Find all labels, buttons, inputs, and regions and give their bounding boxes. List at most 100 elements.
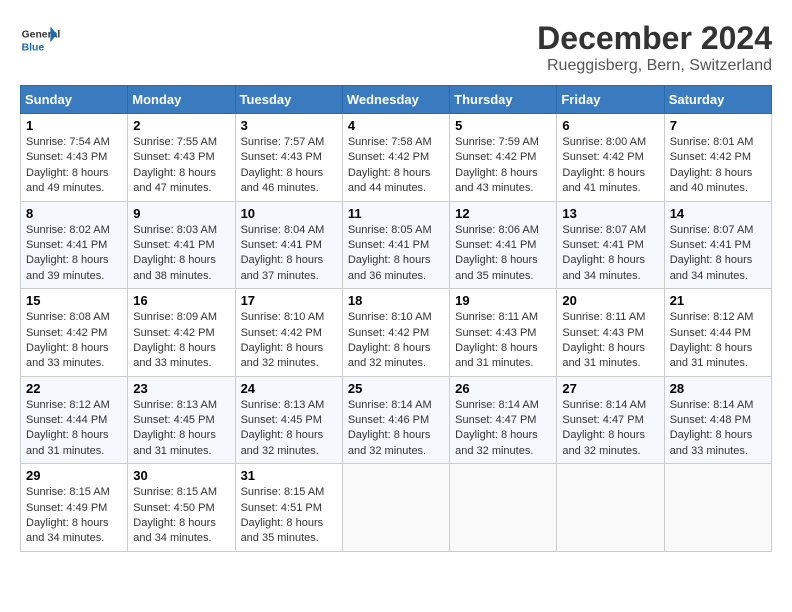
day-info: Sunrise: 7:58 AMSunset: 4:42 PMDaylight:…: [348, 136, 432, 194]
calendar-cell: 24 Sunrise: 8:13 AMSunset: 4:45 PMDaylig…: [235, 376, 342, 464]
calendar-cell: [557, 464, 664, 552]
calendar-cell: 30 Sunrise: 8:15 AMSunset: 4:50 PMDaylig…: [128, 464, 235, 552]
day-info: Sunrise: 8:13 AMSunset: 4:45 PMDaylight:…: [241, 399, 325, 457]
weekday-header-wednesday: Wednesday: [342, 86, 449, 114]
day-number: 22: [26, 381, 122, 396]
day-info: Sunrise: 8:10 AMSunset: 4:42 PMDaylight:…: [348, 311, 432, 369]
calendar-cell: 23 Sunrise: 8:13 AMSunset: 4:45 PMDaylig…: [128, 376, 235, 464]
calendar-cell: 11 Sunrise: 8:05 AMSunset: 4:41 PMDaylig…: [342, 201, 449, 289]
weekday-header-tuesday: Tuesday: [235, 86, 342, 114]
week-row-1: 1 Sunrise: 7:54 AMSunset: 4:43 PMDayligh…: [21, 114, 772, 202]
day-number: 3: [241, 118, 337, 133]
day-info: Sunrise: 8:14 AMSunset: 4:47 PMDaylight:…: [562, 399, 646, 457]
calendar-cell: 7 Sunrise: 8:01 AMSunset: 4:42 PMDayligh…: [664, 114, 771, 202]
day-number: 20: [562, 293, 658, 308]
day-info: Sunrise: 8:08 AMSunset: 4:42 PMDaylight:…: [26, 311, 110, 369]
svg-text:Blue: Blue: [22, 42, 45, 53]
day-number: 16: [133, 293, 229, 308]
day-info: Sunrise: 8:06 AMSunset: 4:41 PMDaylight:…: [455, 224, 539, 282]
day-info: Sunrise: 8:15 AMSunset: 4:49 PMDaylight:…: [26, 486, 110, 544]
day-number: 21: [670, 293, 766, 308]
day-info: Sunrise: 7:59 AMSunset: 4:42 PMDaylight:…: [455, 136, 539, 194]
day-info: Sunrise: 7:57 AMSunset: 4:43 PMDaylight:…: [241, 136, 325, 194]
calendar-cell: 9 Sunrise: 8:03 AMSunset: 4:41 PMDayligh…: [128, 201, 235, 289]
day-info: Sunrise: 8:01 AMSunset: 4:42 PMDaylight:…: [670, 136, 754, 194]
calendar-cell: 4 Sunrise: 7:58 AMSunset: 4:42 PMDayligh…: [342, 114, 449, 202]
day-number: 11: [348, 206, 444, 221]
calendar-cell: 12 Sunrise: 8:06 AMSunset: 4:41 PMDaylig…: [450, 201, 557, 289]
day-info: Sunrise: 8:12 AMSunset: 4:44 PMDaylight:…: [26, 399, 110, 457]
calendar-cell: 2 Sunrise: 7:55 AMSunset: 4:43 PMDayligh…: [128, 114, 235, 202]
day-info: Sunrise: 8:05 AMSunset: 4:41 PMDaylight:…: [348, 224, 432, 282]
calendar-cell: 19 Sunrise: 8:11 AMSunset: 4:43 PMDaylig…: [450, 289, 557, 377]
day-number: 24: [241, 381, 337, 396]
day-number: 5: [455, 118, 551, 133]
day-info: Sunrise: 8:07 AMSunset: 4:41 PMDaylight:…: [670, 224, 754, 282]
day-number: 10: [241, 206, 337, 221]
week-row-3: 15 Sunrise: 8:08 AMSunset: 4:42 PMDaylig…: [21, 289, 772, 377]
calendar-cell: 3 Sunrise: 7:57 AMSunset: 4:43 PMDayligh…: [235, 114, 342, 202]
day-info: Sunrise: 8:12 AMSunset: 4:44 PMDaylight:…: [670, 311, 754, 369]
day-info: Sunrise: 8:00 AMSunset: 4:42 PMDaylight:…: [562, 136, 646, 194]
day-info: Sunrise: 8:04 AMSunset: 4:41 PMDaylight:…: [241, 224, 325, 282]
calendar-cell: 31 Sunrise: 8:15 AMSunset: 4:51 PMDaylig…: [235, 464, 342, 552]
calendar-cell: 28 Sunrise: 8:14 AMSunset: 4:48 PMDaylig…: [664, 376, 771, 464]
day-info: Sunrise: 8:11 AMSunset: 4:43 PMDaylight:…: [562, 311, 645, 369]
calendar-cell: 8 Sunrise: 8:02 AMSunset: 4:41 PMDayligh…: [21, 201, 128, 289]
day-info: Sunrise: 8:14 AMSunset: 4:47 PMDaylight:…: [455, 399, 539, 457]
day-info: Sunrise: 8:02 AMSunset: 4:41 PMDaylight:…: [26, 224, 110, 282]
day-number: 18: [348, 293, 444, 308]
calendar-cell: 10 Sunrise: 8:04 AMSunset: 4:41 PMDaylig…: [235, 201, 342, 289]
week-row-2: 8 Sunrise: 8:02 AMSunset: 4:41 PMDayligh…: [21, 201, 772, 289]
calendar-cell: 14 Sunrise: 8:07 AMSunset: 4:41 PMDaylig…: [664, 201, 771, 289]
day-number: 26: [455, 381, 551, 396]
day-info: Sunrise: 8:03 AMSunset: 4:41 PMDaylight:…: [133, 224, 217, 282]
calendar-table: SundayMondayTuesdayWednesdayThursdayFrid…: [20, 85, 772, 552]
day-number: 8: [26, 206, 122, 221]
day-info: Sunrise: 8:14 AMSunset: 4:46 PMDaylight:…: [348, 399, 432, 457]
calendar-cell: 21 Sunrise: 8:12 AMSunset: 4:44 PMDaylig…: [664, 289, 771, 377]
calendar-cell: 29 Sunrise: 8:15 AMSunset: 4:49 PMDaylig…: [21, 464, 128, 552]
calendar-cell: 25 Sunrise: 8:14 AMSunset: 4:46 PMDaylig…: [342, 376, 449, 464]
location-title: Rueggisberg, Bern, Switzerland: [537, 57, 772, 75]
logo: General Blue: [20, 20, 64, 60]
calendar-cell: 5 Sunrise: 7:59 AMSunset: 4:42 PMDayligh…: [450, 114, 557, 202]
day-info: Sunrise: 8:14 AMSunset: 4:48 PMDaylight:…: [670, 399, 754, 457]
weekday-header-saturday: Saturday: [664, 86, 771, 114]
calendar-cell: 1 Sunrise: 7:54 AMSunset: 4:43 PMDayligh…: [21, 114, 128, 202]
day-number: 31: [241, 468, 337, 483]
weekday-header-sunday: Sunday: [21, 86, 128, 114]
day-number: 2: [133, 118, 229, 133]
day-info: Sunrise: 8:13 AMSunset: 4:45 PMDaylight:…: [133, 399, 217, 457]
day-number: 6: [562, 118, 658, 133]
calendar-cell: 26 Sunrise: 8:14 AMSunset: 4:47 PMDaylig…: [450, 376, 557, 464]
day-number: 1: [26, 118, 122, 133]
day-info: Sunrise: 8:11 AMSunset: 4:43 PMDaylight:…: [455, 311, 538, 369]
day-number: 29: [26, 468, 122, 483]
day-number: 12: [455, 206, 551, 221]
weekday-header-row: SundayMondayTuesdayWednesdayThursdayFrid…: [21, 86, 772, 114]
day-info: Sunrise: 8:15 AMSunset: 4:51 PMDaylight:…: [241, 486, 325, 544]
calendar-cell: 13 Sunrise: 8:07 AMSunset: 4:41 PMDaylig…: [557, 201, 664, 289]
logo-icon: General Blue: [20, 20, 60, 60]
day-number: 28: [670, 381, 766, 396]
day-number: 9: [133, 206, 229, 221]
day-info: Sunrise: 7:55 AMSunset: 4:43 PMDaylight:…: [133, 136, 217, 194]
calendar-cell: 17 Sunrise: 8:10 AMSunset: 4:42 PMDaylig…: [235, 289, 342, 377]
title-area: December 2024 Rueggisberg, Bern, Switzer…: [537, 20, 772, 75]
day-info: Sunrise: 8:09 AMSunset: 4:42 PMDaylight:…: [133, 311, 217, 369]
day-number: 27: [562, 381, 658, 396]
calendar-cell: 18 Sunrise: 8:10 AMSunset: 4:42 PMDaylig…: [342, 289, 449, 377]
day-number: 13: [562, 206, 658, 221]
calendar-cell: [664, 464, 771, 552]
day-info: Sunrise: 8:15 AMSunset: 4:50 PMDaylight:…: [133, 486, 217, 544]
calendar-cell: 16 Sunrise: 8:09 AMSunset: 4:42 PMDaylig…: [128, 289, 235, 377]
calendar-cell: [450, 464, 557, 552]
day-info: Sunrise: 8:10 AMSunset: 4:42 PMDaylight:…: [241, 311, 325, 369]
week-row-5: 29 Sunrise: 8:15 AMSunset: 4:49 PMDaylig…: [21, 464, 772, 552]
day-number: 23: [133, 381, 229, 396]
day-number: 4: [348, 118, 444, 133]
day-number: 25: [348, 381, 444, 396]
day-number: 30: [133, 468, 229, 483]
week-row-4: 22 Sunrise: 8:12 AMSunset: 4:44 PMDaylig…: [21, 376, 772, 464]
